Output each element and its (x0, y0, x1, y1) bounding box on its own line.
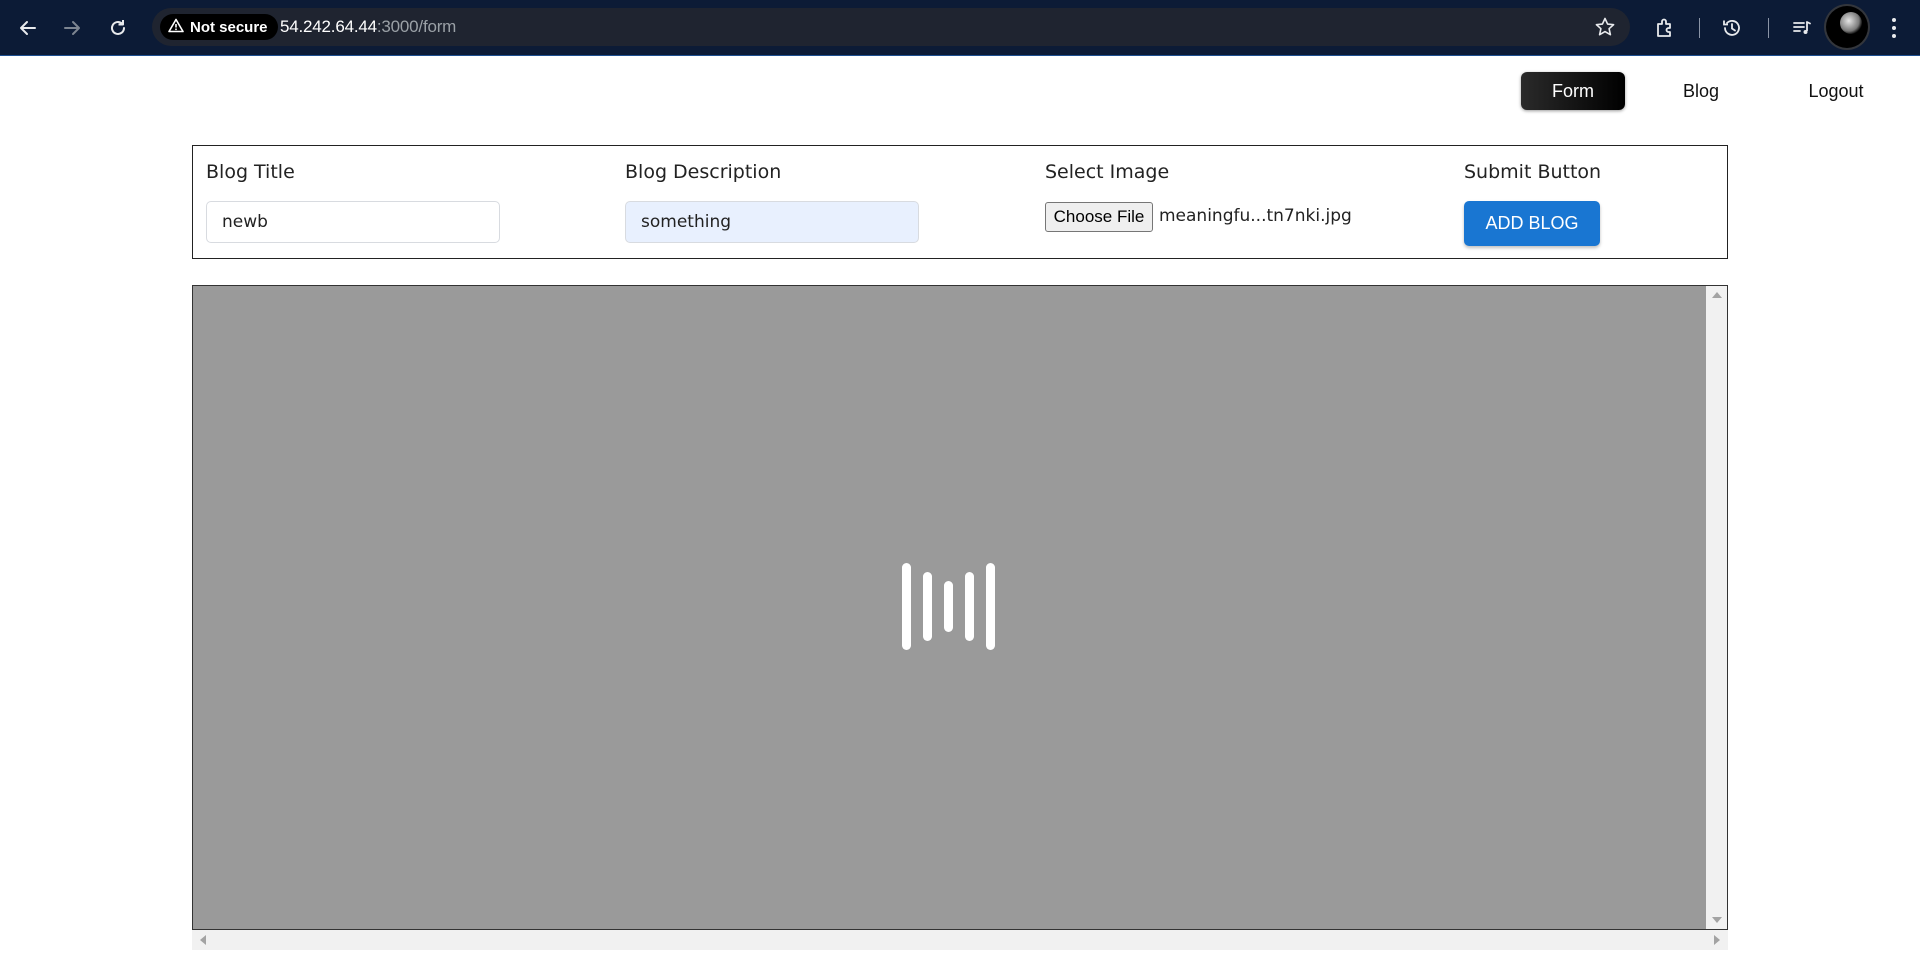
choose-file-button[interactable]: Choose File (1045, 202, 1153, 232)
nav-form-link[interactable]: Form (1521, 72, 1625, 110)
blog-description-input[interactable] (625, 201, 919, 243)
address-bar[interactable]: Not secure 54.242.64.44:3000/form (152, 8, 1630, 46)
history-icon[interactable] (1718, 14, 1746, 42)
reload-icon[interactable] (104, 14, 132, 42)
scroll-down-arrow-icon[interactable] (1712, 917, 1722, 923)
nav-blog-link[interactable]: Blog (1668, 72, 1734, 110)
blog-title-input[interactable] (206, 201, 500, 243)
blog-title-label: Blog Title (206, 161, 295, 183)
extensions-icon[interactable] (1651, 14, 1679, 42)
select-image-label: Select Image (1045, 161, 1170, 183)
vertical-scrollbar[interactable] (1706, 286, 1727, 929)
loading-bars-icon (901, 563, 1001, 653)
media-control-icon[interactable] (1788, 14, 1816, 42)
scroll-up-arrow-icon[interactable] (1712, 292, 1722, 298)
profile-avatar[interactable] (1826, 6, 1868, 48)
submit-button-label: Submit Button (1464, 161, 1602, 183)
warning-icon (168, 18, 184, 37)
add-blog-button[interactable]: ADD BLOG (1464, 201, 1600, 246)
toolbar-divider (1699, 18, 1700, 38)
star-icon[interactable] (1594, 16, 1616, 43)
toolbar-divider (1768, 18, 1769, 38)
site-navbar: Form Blog Logout (0, 56, 1920, 126)
nav-logout-link[interactable]: Logout (1796, 72, 1876, 110)
selected-file-name: meaningfu...tn7nki.jpg (1159, 206, 1352, 226)
blog-description-label: Blog Description (625, 161, 782, 183)
scroll-right-arrow-icon[interactable] (1714, 935, 1720, 945)
blog-form: Blog Title Blog Description Select Image… (192, 145, 1728, 259)
security-badge[interactable]: Not secure (160, 14, 278, 40)
more-menu-icon[interactable] (1884, 14, 1904, 42)
preview-frame (192, 285, 1728, 930)
browser-toolbar: Not secure 54.242.64.44:3000/form (0, 0, 1920, 56)
url-path: :3000/form (376, 17, 457, 36)
url-host: 54.242.64.44 (280, 17, 377, 36)
back-arrow-icon[interactable] (14, 14, 42, 42)
security-label: Not secure (190, 18, 268, 36)
url-text[interactable]: 54.242.64.44:3000/form (280, 17, 456, 37)
horizontal-scrollbar[interactable] (192, 930, 1728, 950)
forward-arrow-icon[interactable] (58, 14, 86, 42)
scroll-left-arrow-icon[interactable] (200, 935, 206, 945)
